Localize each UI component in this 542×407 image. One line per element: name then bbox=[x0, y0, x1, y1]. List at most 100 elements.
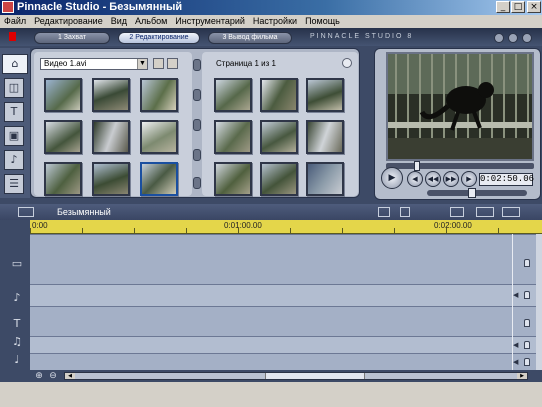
menu-bar: Файл Редактирование Вид Альбом Инструмен… bbox=[0, 15, 542, 28]
scene-thumbnail[interactable] bbox=[44, 120, 82, 154]
undo-button[interactable] bbox=[494, 33, 504, 43]
scene-thumbnail[interactable] bbox=[214, 78, 252, 112]
scene-thumbnail[interactable] bbox=[214, 162, 252, 196]
jog-handle[interactable] bbox=[468, 188, 477, 198]
trash-icon[interactable] bbox=[400, 207, 410, 217]
scene-thumbnail[interactable] bbox=[44, 162, 82, 196]
menu-view[interactable]: Вид bbox=[107, 15, 131, 28]
scene-thumbnail[interactable] bbox=[44, 78, 82, 112]
menu-settings[interactable]: Настройки bbox=[249, 15, 301, 28]
tab-capture[interactable]: 1 Захват bbox=[34, 32, 110, 44]
next-frame-button[interactable]: ▶ bbox=[461, 171, 477, 187]
scene-thumbnail[interactable] bbox=[260, 120, 298, 154]
timecode-display[interactable]: 0:02:50.06 bbox=[479, 173, 534, 186]
lock-icon[interactable] bbox=[524, 358, 530, 366]
ruler-tick bbox=[134, 228, 135, 233]
scene-thumbnail[interactable] bbox=[306, 78, 344, 112]
ruler-tick bbox=[82, 228, 83, 233]
scene-thumbnail[interactable] bbox=[140, 162, 178, 196]
close-button[interactable]: × bbox=[527, 1, 541, 13]
tab-make-movie[interactable]: 3 Вывод фильма bbox=[208, 32, 292, 44]
speaker-icon[interactable]: ◀ bbox=[513, 359, 520, 366]
scene-thumbnail[interactable] bbox=[260, 162, 298, 196]
zoom-in-icon[interactable]: ⊕ bbox=[34, 371, 44, 381]
sound-effect-track[interactable]: ◀ bbox=[30, 336, 536, 353]
minimize-button[interactable]: _ bbox=[496, 1, 510, 13]
scrubber-handle[interactable] bbox=[414, 161, 421, 171]
zoom-out-icon[interactable]: ⊖ bbox=[48, 371, 58, 381]
speaker-icon[interactable]: ◀ bbox=[513, 342, 520, 349]
speaker-icon[interactable]: ◀ bbox=[513, 292, 520, 299]
music-track[interactable]: ◀ bbox=[30, 353, 536, 370]
camcorder-controls-icon[interactable] bbox=[378, 207, 390, 217]
ruler-tick bbox=[498, 228, 499, 233]
audio-track-icon[interactable]: ♪ bbox=[8, 290, 26, 306]
scene-thumbnail[interactable] bbox=[92, 162, 130, 196]
menu-file[interactable]: Файл bbox=[0, 15, 30, 28]
timeline-vertical-scrollbar[interactable] bbox=[536, 234, 542, 370]
scene-thumbnail[interactable] bbox=[306, 162, 344, 196]
scene-thumbnail[interactable] bbox=[140, 120, 178, 154]
fast-forward-button[interactable]: ▶▶ bbox=[443, 171, 459, 187]
ruler-label-start: 0:00 bbox=[32, 221, 48, 230]
titles-icon[interactable]: T bbox=[4, 102, 24, 122]
timeline-playhead[interactable] bbox=[512, 234, 513, 370]
chevron-down-icon[interactable]: ▼ bbox=[137, 59, 147, 69]
menu-album[interactable]: Альбом bbox=[131, 15, 171, 28]
lock-icon[interactable] bbox=[524, 291, 530, 299]
next-page-icon[interactable] bbox=[342, 58, 352, 68]
ruler-label-1min: 0:01:00.00 bbox=[224, 221, 262, 230]
preview-screen[interactable] bbox=[386, 52, 534, 161]
video-source-value: Видео 1.avi bbox=[44, 59, 87, 68]
lock-icon[interactable] bbox=[524, 341, 530, 349]
photos-icon[interactable]: ▣ bbox=[4, 126, 24, 146]
video-track-icon[interactable]: ▭ bbox=[8, 256, 26, 272]
title-track[interactable] bbox=[30, 306, 536, 336]
menus-icon[interactable]: ☰ bbox=[4, 174, 24, 194]
timeline-ruler[interactable]: 0:00 0:01:00.00 0:02:00.00 bbox=[30, 220, 542, 234]
lock-icon[interactable] bbox=[524, 259, 530, 267]
menu-help[interactable]: Помощь bbox=[301, 15, 344, 28]
timeline-view-icon[interactable] bbox=[18, 207, 34, 217]
scroll-right-arrow-icon[interactable]: ▶ bbox=[517, 373, 527, 379]
previous-frame-button[interactable]: ◀ bbox=[407, 171, 423, 187]
scroll-left-arrow-icon[interactable]: ◀ bbox=[65, 373, 75, 379]
folder-icon[interactable] bbox=[153, 58, 164, 69]
sound-effect-track-icon[interactable]: ♫ bbox=[8, 334, 26, 350]
music-track-icon[interactable]: ♩ bbox=[8, 352, 26, 368]
jog-shuttle[interactable] bbox=[427, 188, 527, 198]
sounds-icon[interactable]: ♪ bbox=[4, 150, 24, 170]
video-source-select[interactable]: Видео 1.avi ▼ bbox=[40, 58, 148, 70]
scene-thumbnail[interactable] bbox=[260, 78, 298, 112]
lock-icon[interactable] bbox=[524, 319, 530, 327]
timeline-horizontal-scrollbar[interactable]: ◀ ▶ bbox=[64, 372, 528, 380]
play-button[interactable]: ▶ bbox=[381, 167, 403, 189]
storyboard-view-icon[interactable] bbox=[450, 207, 464, 217]
video-scenes-icon[interactable]: ⌂ bbox=[2, 54, 28, 74]
timeline-view-mode-icon[interactable] bbox=[476, 207, 494, 217]
menu-toolbox[interactable]: Инструментарий bbox=[171, 15, 249, 28]
scene-thumbnail[interactable] bbox=[306, 120, 344, 154]
scene-thumbnail[interactable] bbox=[92, 78, 130, 112]
open-file-icon[interactable] bbox=[167, 58, 178, 69]
scene-thumbnail[interactable] bbox=[214, 120, 252, 154]
album-ring bbox=[193, 177, 201, 189]
menu-edit[interactable]: Редактирование bbox=[30, 15, 107, 28]
window-title: Pinnacle Studio - Безымянный bbox=[17, 1, 183, 13]
scrollbar-thumb[interactable] bbox=[265, 373, 365, 379]
help-button[interactable] bbox=[522, 33, 532, 43]
video-track[interactable] bbox=[30, 234, 536, 284]
scene-thumbnail[interactable] bbox=[140, 78, 178, 112]
album-ring bbox=[193, 59, 201, 71]
redo-button[interactable] bbox=[508, 33, 518, 43]
tab-edit[interactable]: 2 Редактирование bbox=[118, 32, 200, 44]
title-track-icon[interactable]: T bbox=[8, 316, 26, 332]
audio-track[interactable]: ◀ bbox=[30, 284, 536, 306]
maximize-button[interactable]: □ bbox=[511, 1, 525, 13]
ruler-tick bbox=[290, 228, 291, 233]
scene-thumbnail[interactable] bbox=[92, 120, 130, 154]
rewind-button[interactable]: ◀◀ bbox=[425, 171, 441, 187]
text-view-icon[interactable] bbox=[502, 207, 520, 217]
preview-scrubber[interactable] bbox=[386, 161, 534, 171]
transitions-icon[interactable]: ◫ bbox=[4, 78, 24, 98]
